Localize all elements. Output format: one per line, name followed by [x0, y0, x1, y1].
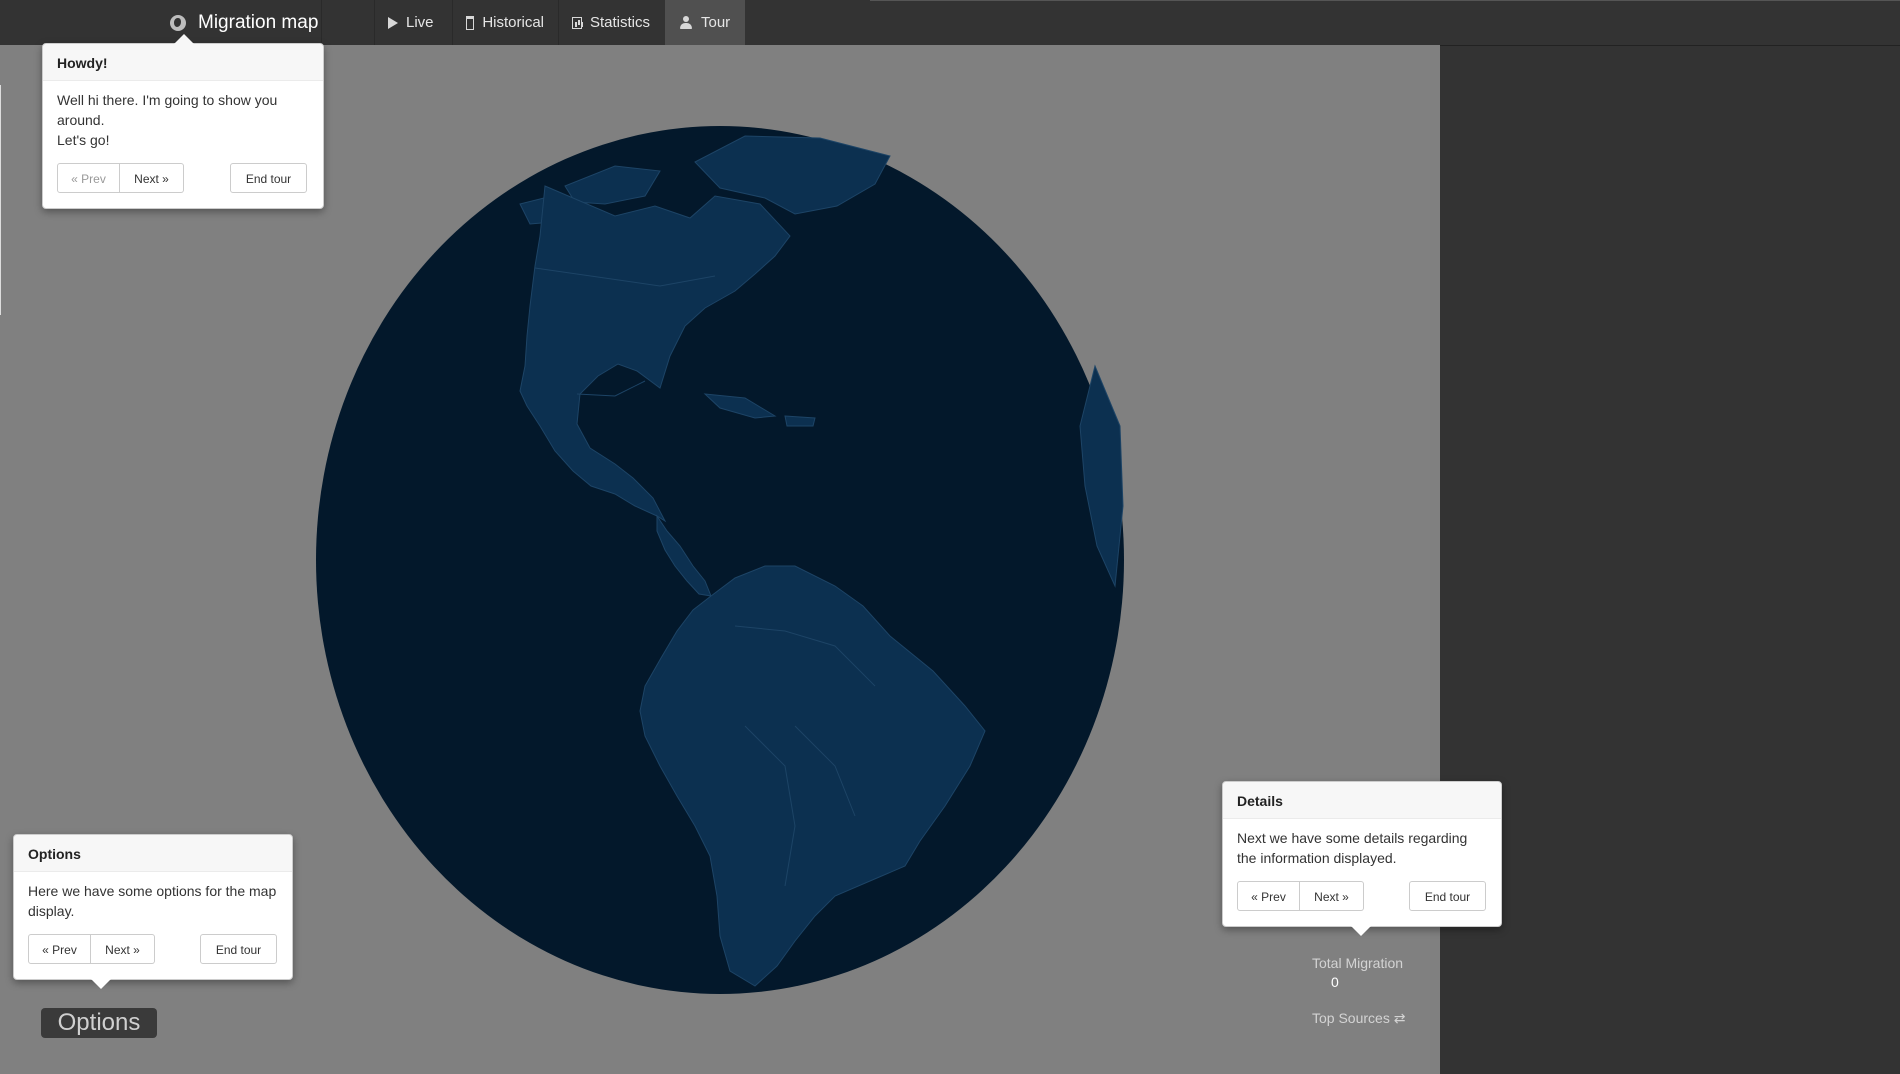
next-button[interactable]: Next »: [1300, 881, 1364, 911]
popover-arrow: [174, 34, 194, 44]
popover-arrow: [1351, 926, 1371, 936]
prev-button[interactable]: « Prev: [1237, 881, 1300, 911]
tour-popover-details: Details Next we have some details regard…: [1222, 781, 1502, 936]
popover-navigation: « Prev Next » End tour: [14, 927, 292, 979]
nav-item-label: Tour: [701, 14, 731, 31]
nav-item-label: Live: [406, 14, 434, 31]
globe-icon: [170, 14, 186, 31]
tour-popover-howdy: Howdy! Well hi there. I'm going to show …: [42, 34, 324, 209]
landmass-hispaniola: [784, 415, 816, 427]
top-navbar: Migration map Live Historical Statistics…: [0, 0, 1900, 46]
prev-button[interactable]: « Prev: [57, 163, 120, 193]
navbar-top-line: [870, 0, 1900, 1]
end-tour-button[interactable]: End tour: [200, 934, 277, 964]
popover-navigation: « Prev Next » End tour: [43, 156, 323, 208]
popover-arrow: [91, 979, 111, 989]
popover-body: Here we have some options for the map di…: [14, 872, 292, 927]
popover-navigation: « Prev Next » End tour: [1223, 874, 1501, 926]
user-icon: [679, 15, 693, 30]
options-button[interactable]: Options: [41, 1008, 157, 1038]
total-migration-value: 0: [1331, 974, 1339, 990]
popover-title: Options: [14, 835, 292, 872]
popover-title: Howdy!: [43, 44, 323, 81]
calendar-icon: [466, 15, 475, 30]
nav-item-historical[interactable]: Historical: [452, 0, 558, 45]
nav-item-live[interactable]: Live: [374, 0, 452, 45]
nav-divider: [321, 0, 322, 45]
tour-popover-options: Options Here we have some options for th…: [13, 834, 293, 989]
globe-map[interactable]: [315, 126, 1125, 996]
nav-item-label: Historical: [482, 14, 544, 31]
popover-text: Next we have some details regarding the …: [1237, 830, 1468, 866]
bar-chart-icon: [572, 16, 582, 29]
end-tour-button[interactable]: End tour: [230, 163, 307, 193]
total-migration-label: Total Migration: [1312, 955, 1404, 971]
popover-title: Details: [1223, 782, 1501, 819]
nav-item-statistics[interactable]: Statistics: [558, 0, 664, 45]
next-button[interactable]: Next »: [120, 163, 184, 193]
end-tour-button[interactable]: End tour: [1409, 881, 1486, 911]
next-button[interactable]: Next »: [91, 934, 155, 964]
popover-text: Let's go!: [57, 132, 110, 148]
left-edge-line: [0, 85, 1, 315]
prev-button[interactable]: « Prev: [28, 934, 91, 964]
popover-text: Well hi there. I'm going to show you aro…: [57, 92, 278, 128]
popover-body: Next we have some details regarding the …: [1223, 819, 1501, 874]
popover-text: Here we have some options for the map di…: [28, 883, 277, 919]
top-sources-toggle[interactable]: Top Sources ⇄: [1312, 1010, 1405, 1027]
play-icon: [388, 16, 398, 29]
nav-item-label: Statistics: [589, 14, 650, 31]
nav-item-tour[interactable]: Tour: [665, 0, 745, 45]
brand-title: Migration map: [198, 12, 319, 33]
popover-body: Well hi there. I'm going to show you aro…: [43, 81, 323, 156]
